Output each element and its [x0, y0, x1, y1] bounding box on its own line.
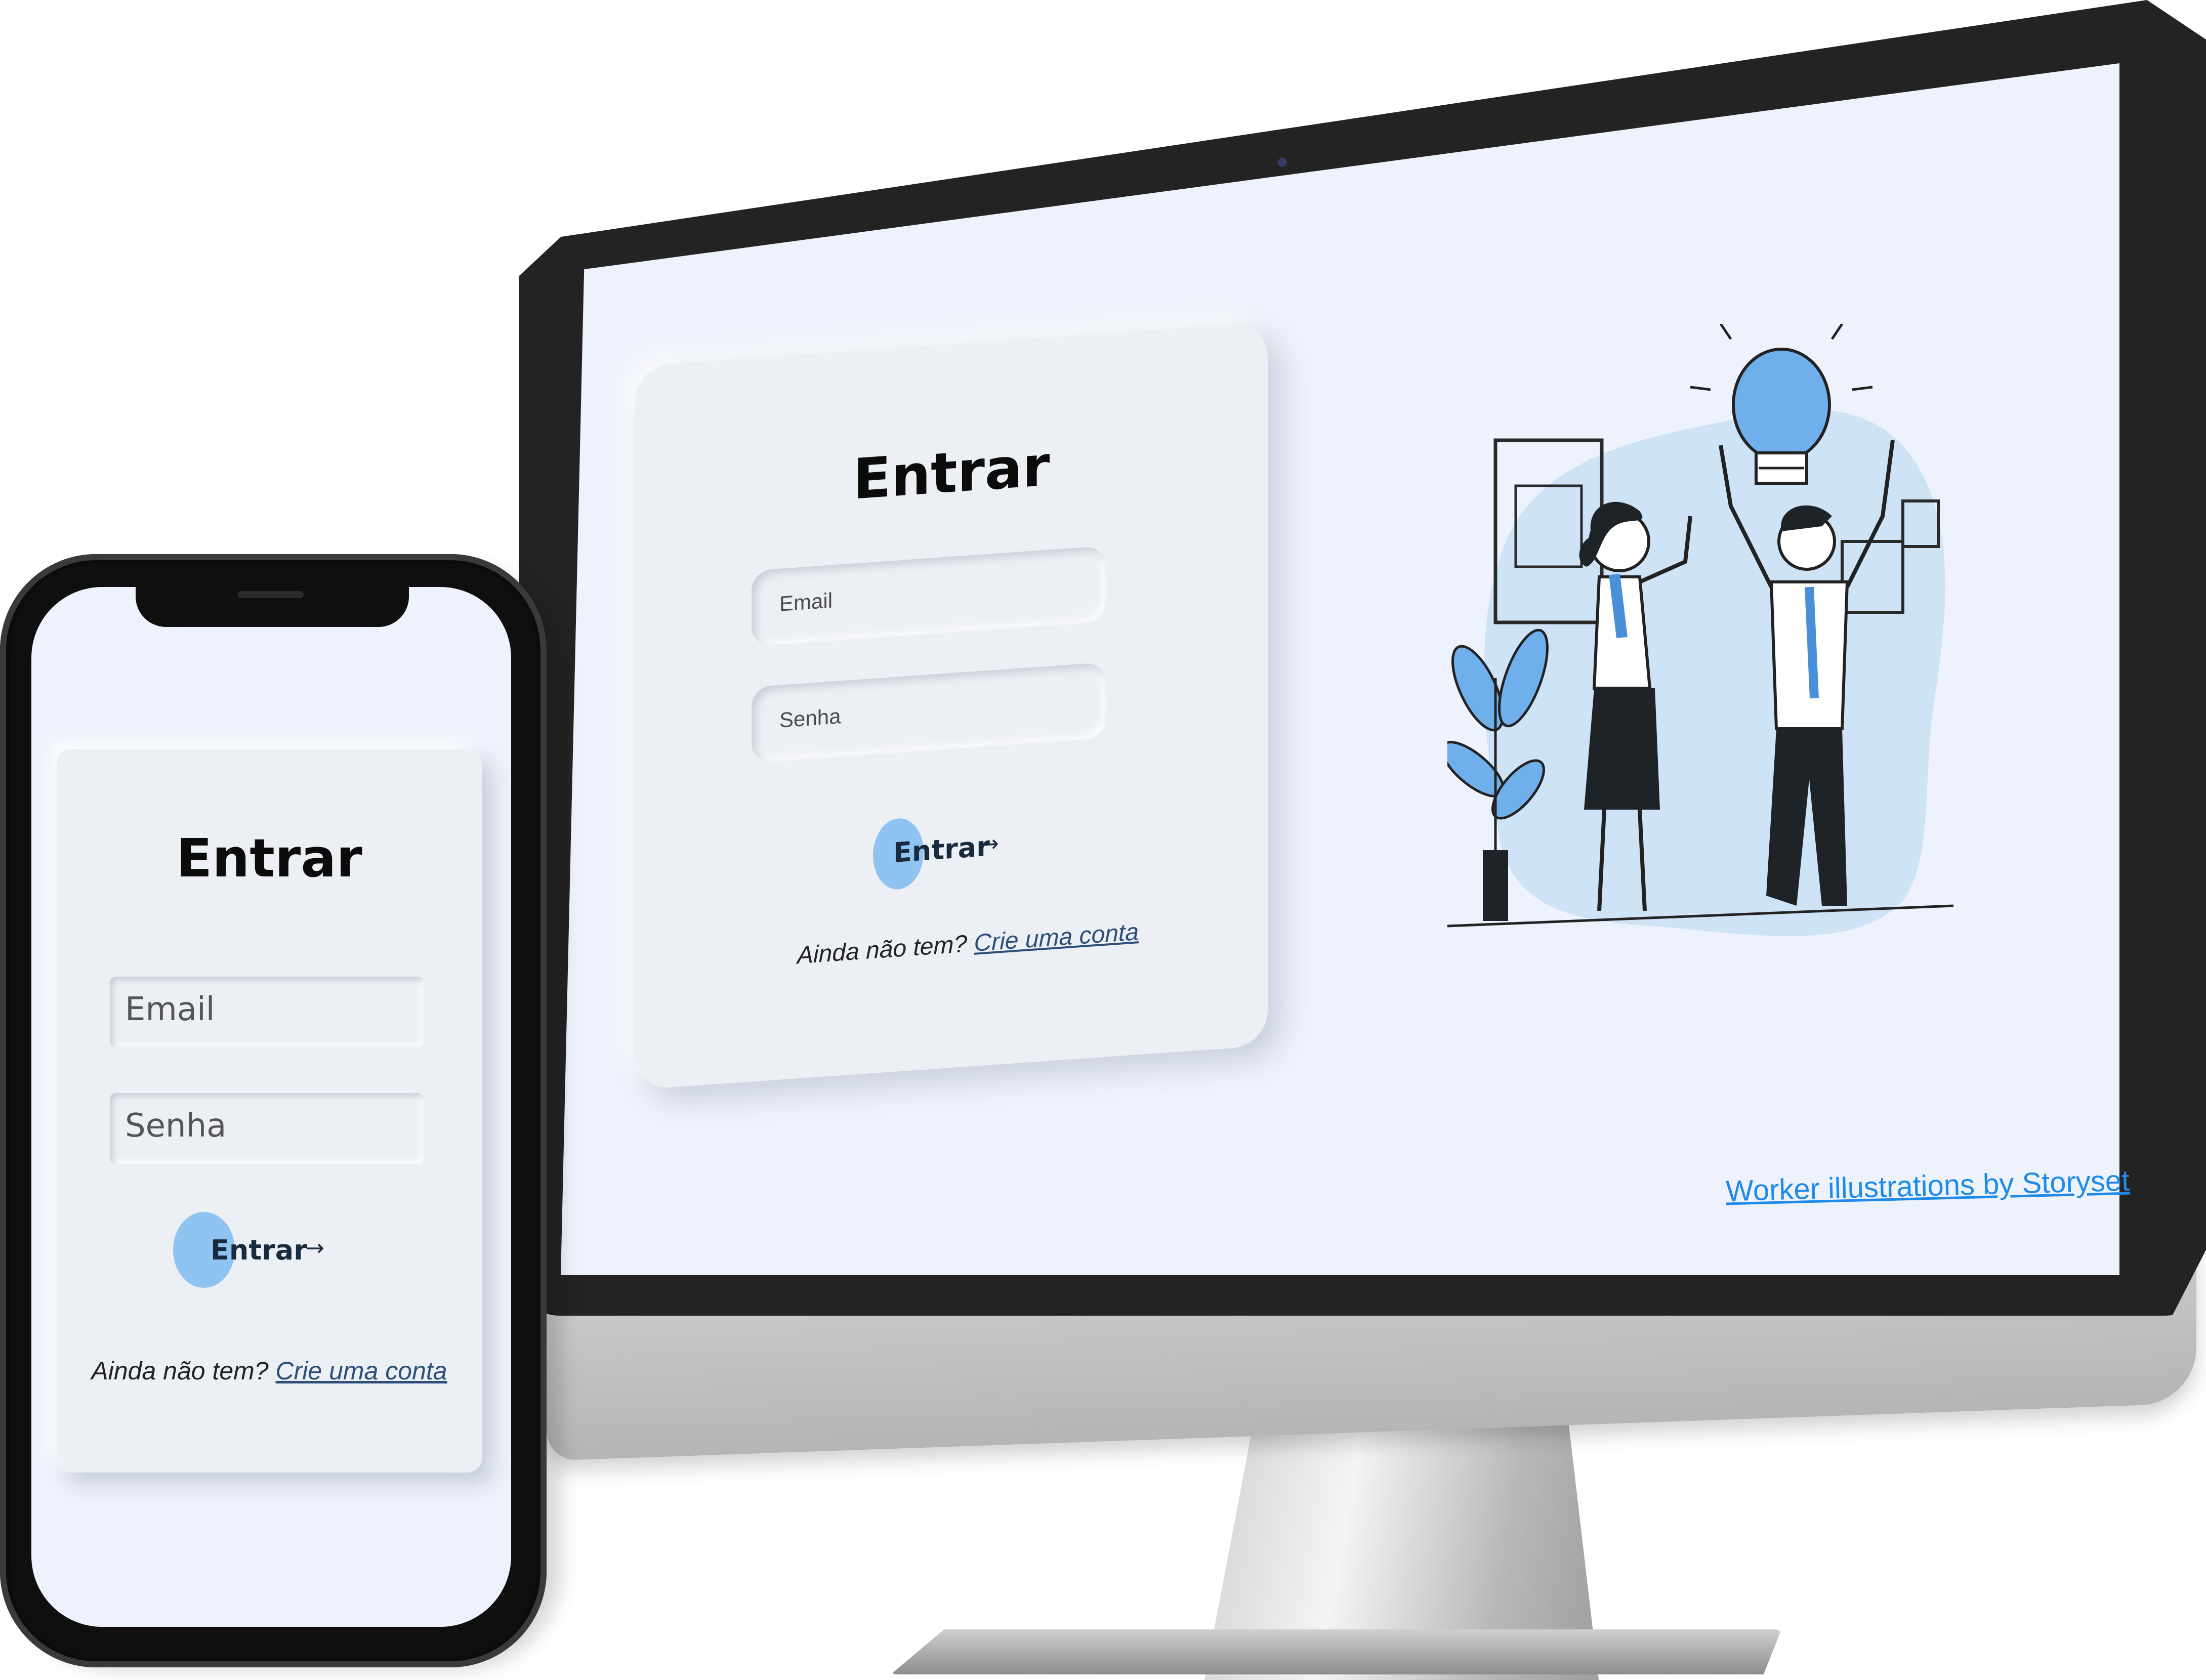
- mobile-page-title: Entrar: [176, 827, 362, 889]
- arrow-right-icon: →: [306, 1235, 324, 1261]
- desktop-submit-label: Entrar: [893, 830, 990, 869]
- mobile-login-card: Entrar Email Senha Entrar → Ainda não te…: [57, 749, 482, 1473]
- desktop-signup-prompt: Ainda não tem? Crie uma conta: [797, 918, 1139, 970]
- mobile-email-input[interactable]: Email: [110, 977, 424, 1047]
- desktop-login-card: Entrar Email Senha Entrar → Ainda não te…: [635, 322, 1268, 1090]
- webcam-icon: [1278, 158, 1287, 167]
- arrow-right-icon: →: [980, 830, 999, 858]
- desktop-signup-link[interactable]: Crie uma conta: [974, 918, 1139, 957]
- illustration-blob: [1484, 409, 1945, 936]
- desktop-signup-text: Ainda não tem?: [797, 930, 968, 970]
- mobile-signup-prompt: Ainda não tem? Crie uma conta: [57, 1356, 482, 1385]
- desktop-password-input[interactable]: Senha: [752, 662, 1106, 763]
- desktop-submit-button[interactable]: Entrar →: [873, 810, 1025, 891]
- mobile-password-input[interactable]: Senha: [110, 1093, 424, 1164]
- mobile-submit-button[interactable]: Entrar →: [173, 1212, 335, 1288]
- mobile-signup-text: Ainda não tem?: [91, 1357, 269, 1385]
- desktop-email-input[interactable]: Email: [752, 545, 1106, 647]
- team-idea-illustration: [1447, 324, 1954, 936]
- monitor-stand-base: [891, 1629, 1781, 1674]
- mobile-submit-label: Entrar: [211, 1234, 307, 1266]
- phone-speaker: [238, 591, 304, 598]
- mobile-signup-link[interactable]: Crie uma conta: [276, 1357, 447, 1385]
- desktop-page-title: Entrar: [853, 433, 1050, 512]
